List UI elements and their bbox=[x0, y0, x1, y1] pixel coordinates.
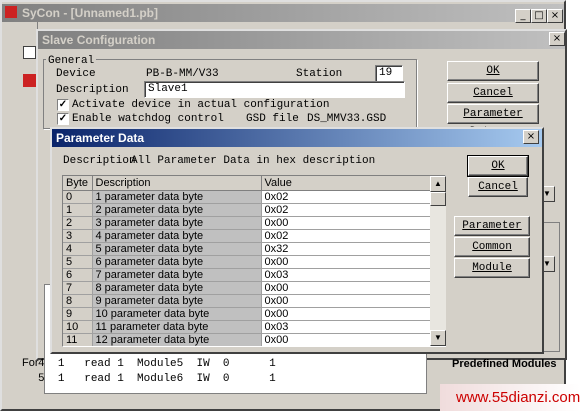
table-row[interactable]: 23 parameter data byte 0x00 bbox=[63, 216, 432, 230]
column-header-byte[interactable]: Byte bbox=[63, 176, 93, 191]
slave-close-button[interactable]: × bbox=[549, 32, 565, 46]
table-cell-value[interactable]: 0x02 bbox=[261, 190, 432, 204]
general-group-label: General bbox=[46, 55, 97, 67]
table-cell-byte: 10 bbox=[63, 320, 93, 334]
table-cell-value[interactable]: 0x00 bbox=[261, 281, 432, 295]
table-cell-desc: 6 parameter data byte bbox=[92, 255, 262, 269]
table-cell-byte: 3 bbox=[63, 229, 93, 243]
parameter-data-title: Parameter Data bbox=[56, 131, 145, 145]
activate-label: Activate device in actual configuration bbox=[72, 99, 330, 111]
table-row[interactable]: 11 12 parameter data byte 0x00 bbox=[63, 333, 432, 346]
table-cell-desc: 11 parameter data byte bbox=[92, 320, 262, 334]
table-cell-desc: 8 parameter data byte bbox=[92, 281, 262, 295]
scroll-thumb[interactable] bbox=[430, 192, 446, 206]
param-close-button[interactable]: × bbox=[523, 130, 539, 144]
table-cell-desc: 4 parameter data byte bbox=[92, 229, 262, 243]
table-cell-byte: 11 bbox=[63, 333, 93, 346]
description-label: Description bbox=[56, 84, 129, 96]
table-cell-byte: 7 bbox=[63, 281, 93, 295]
table-row[interactable]: 9 10 parameter data byte 0x00 bbox=[63, 307, 432, 321]
minimize-button[interactable]: _ bbox=[515, 9, 531, 23]
watermark-text: www.55dianzi.com bbox=[456, 389, 580, 406]
param-description-label: Description bbox=[63, 155, 136, 167]
column-header-value[interactable]: Value bbox=[261, 176, 432, 191]
module-rows: 4 1 read 1 Module5 IW 0 1 5 1 read 1 Mod… bbox=[38, 358, 276, 388]
table-cell-desc: 12 parameter data byte bbox=[92, 333, 262, 346]
slave-config-title: Slave Configuration bbox=[42, 33, 156, 47]
scroll-down-icon[interactable]: ▼ bbox=[430, 330, 446, 346]
parameter-data-titlebar: Parameter Data bbox=[52, 129, 542, 147]
table-cell-desc: 7 parameter data byte bbox=[92, 268, 262, 282]
slave-ok-button[interactable]: OK bbox=[447, 61, 539, 81]
slave-config-titlebar: Slave Configuration bbox=[38, 31, 565, 49]
param-ok-button[interactable]: OK bbox=[467, 155, 529, 177]
table-cell-desc: 1 parameter data byte bbox=[92, 190, 262, 204]
table-cell-byte: 8 bbox=[63, 294, 93, 308]
maximize-button[interactable]: □ bbox=[531, 9, 547, 23]
table-row[interactable]: 10 11 parameter data byte 0x03 bbox=[63, 320, 432, 334]
toolbar-icon[interactable] bbox=[23, 46, 36, 59]
table-cell-desc: 10 parameter data byte bbox=[92, 307, 262, 321]
table-cell-value[interactable]: 0x00 bbox=[261, 216, 432, 230]
table-row[interactable]: 12 parameter data byte 0x02 bbox=[63, 203, 432, 217]
table-cell-byte: 0 bbox=[63, 190, 93, 204]
gsd-file-value: DS_MMV33.GSD bbox=[307, 113, 387, 125]
table-cell-value[interactable]: 0x00 bbox=[261, 307, 432, 321]
parameter-table: Byte Description Value 01 parameter data… bbox=[63, 176, 432, 346]
table-cell-byte: 5 bbox=[63, 255, 93, 269]
table-cell-value[interactable]: 0x03 bbox=[261, 320, 432, 334]
gsd-file-label: GSD file bbox=[246, 113, 299, 125]
watchdog-label: Enable watchdog control bbox=[72, 113, 224, 125]
device-value: PB-B-MM/V33 bbox=[146, 68, 219, 80]
table-row[interactable]: 4 1 read 1 Module5 IW 0 1 bbox=[38, 358, 276, 373]
table-row[interactable]: 67 parameter data byte 0x03 bbox=[63, 268, 432, 282]
table-cell-value[interactable]: 0x00 bbox=[261, 294, 432, 308]
table-cell-value[interactable]: 0x02 bbox=[261, 229, 432, 243]
table-cell-byte: 9 bbox=[63, 307, 93, 321]
table-cell-value[interactable]: 0x03 bbox=[261, 268, 432, 282]
table-row[interactable]: 5 1 read 1 Module6 IW 0 1 bbox=[38, 373, 276, 388]
param-module-button[interactable]: Module bbox=[454, 258, 530, 278]
table-cell-value[interactable]: 0x32 bbox=[261, 242, 432, 256]
slave-parameter-data-button[interactable]: Parameter Data... bbox=[447, 104, 539, 138]
activate-checkbox[interactable]: ✓ bbox=[57, 99, 69, 111]
table-row[interactable]: 56 parameter data byte 0x00 bbox=[63, 255, 432, 269]
table-cell-value[interactable]: 0x02 bbox=[261, 203, 432, 217]
toolbar-icon[interactable] bbox=[23, 74, 36, 87]
table-cell-desc: 2 parameter data byte bbox=[92, 203, 262, 217]
table-cell-desc: 9 parameter data byte bbox=[92, 294, 262, 308]
param-parameter-data-button[interactable]: Parameter Data bbox=[454, 216, 530, 250]
description-input[interactable]: Slave1 bbox=[144, 81, 405, 98]
watchdog-checkbox[interactable]: ✓ bbox=[57, 113, 69, 125]
main-title: SyCon - [Unnamed1.pb] bbox=[22, 6, 159, 20]
table-cell-desc: 3 parameter data byte bbox=[92, 216, 262, 230]
table-cell-byte: 1 bbox=[63, 203, 93, 217]
parameter-grid[interactable]: Byte Description Value 01 parameter data… bbox=[62, 175, 446, 347]
param-common-button[interactable]: Common bbox=[454, 237, 530, 257]
station-label: Station bbox=[296, 68, 343, 80]
table-cell-desc: 5 parameter data byte bbox=[92, 242, 262, 256]
device-label: Device bbox=[56, 68, 96, 80]
main-titlebar: SyCon - [Unnamed1.pb] bbox=[2, 4, 564, 22]
table-cell-byte: 6 bbox=[63, 268, 93, 282]
param-cancel-button[interactable]: Cancel bbox=[468, 177, 528, 197]
table-cell-byte: 4 bbox=[63, 242, 93, 256]
close-button[interactable]: × bbox=[547, 9, 563, 23]
column-header-description[interactable]: Description bbox=[92, 176, 262, 191]
table-row[interactable]: 01 parameter data byte 0x02 bbox=[63, 190, 432, 204]
table-row[interactable]: 78 parameter data byte 0x00 bbox=[63, 281, 432, 295]
table-row[interactable]: 34 parameter data byte 0x02 bbox=[63, 229, 432, 243]
table-row[interactable]: 89 parameter data byte 0x00 bbox=[63, 294, 432, 308]
table-row[interactable]: 45 parameter data byte 0x32 bbox=[63, 242, 432, 256]
table-cell-value[interactable]: 0x00 bbox=[261, 255, 432, 269]
table-cell-value[interactable]: 0x00 bbox=[261, 333, 432, 346]
app-icon bbox=[5, 6, 17, 18]
slave-cancel-button[interactable]: Cancel bbox=[447, 83, 539, 103]
param-description-text: All Parameter Data in hex description bbox=[131, 155, 376, 167]
station-input[interactable]: 19 bbox=[375, 65, 403, 82]
table-cell-byte: 2 bbox=[63, 216, 93, 230]
predefined-modules-label: Predefined Modules bbox=[452, 358, 557, 370]
scroll-up-icon[interactable]: ▲ bbox=[430, 176, 446, 192]
